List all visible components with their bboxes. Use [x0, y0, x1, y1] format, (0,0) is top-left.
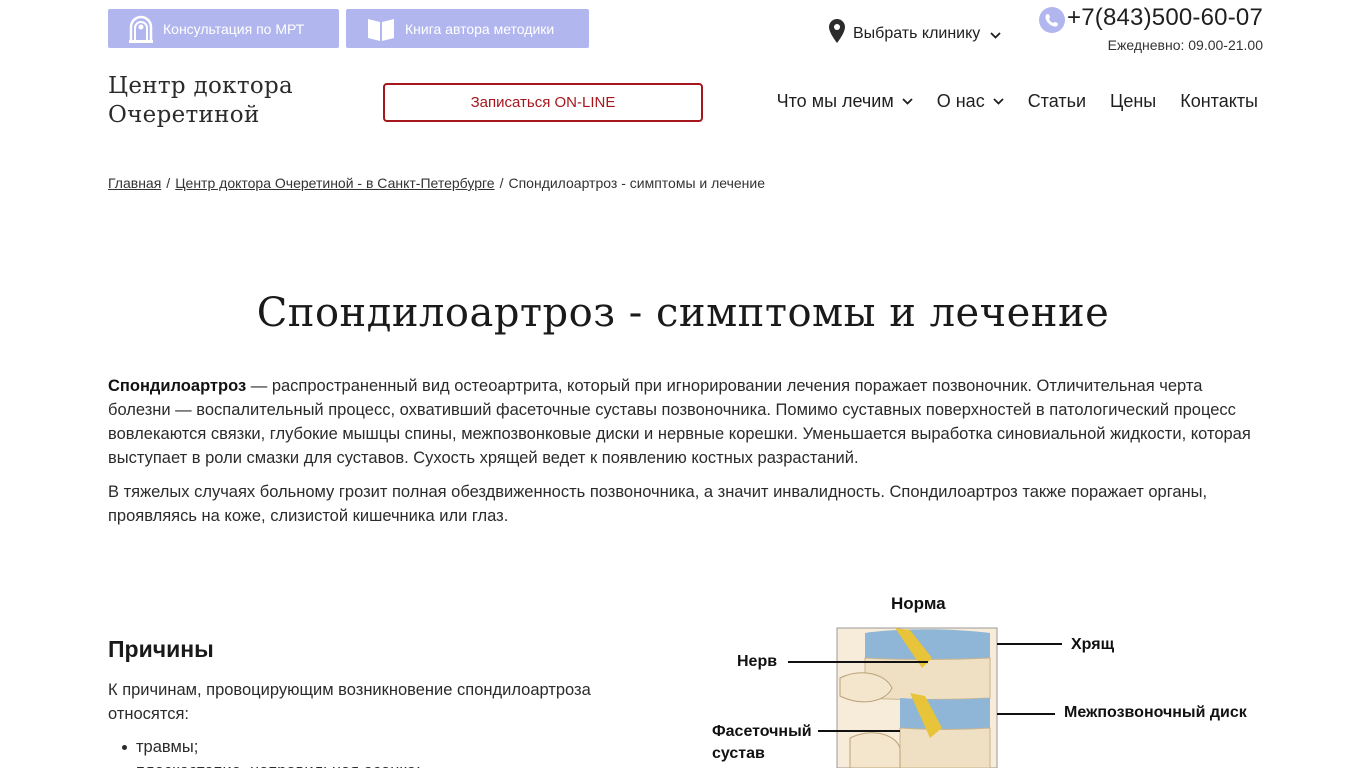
clinic-selector[interactable]: Выбрать клинику: [829, 16, 1001, 52]
label-nerve: Нерв: [737, 653, 778, 670]
intro-text: — распространенный вид остеоартрита, кот…: [108, 377, 1251, 467]
author-book-label: Книга автора методики: [405, 20, 555, 37]
mrt-consultation-button[interactable]: Консультация по МРТ: [108, 9, 339, 48]
severity-paragraph: В тяжелых случаях больному грозит полная…: [108, 483, 1208, 525]
breadcrumb-separator: /: [166, 175, 171, 191]
phone-number[interactable]: +7(843)500-60-07: [1067, 4, 1263, 32]
phone-icon: [1039, 7, 1065, 33]
mrt-consultation-label: Консультация по МРТ: [163, 20, 305, 37]
breadcrumb: Главная / Центр доктора Очеретиной - в Сан…: [108, 175, 765, 191]
label-cartilage: Хрящ: [1071, 636, 1115, 653]
label-disc: Межпозвоночный диск: [1064, 704, 1247, 721]
list-item: травмы;: [122, 735, 421, 759]
page-title: Спондилоартроз - симптомы и лечение: [256, 290, 1110, 336]
nav-about[interactable]: О нас: [937, 88, 1004, 114]
clinic-selector-label: Выбрать клинику: [853, 25, 981, 42]
nav-what-we-treat-label: Что мы лечим: [776, 90, 894, 111]
intro-paragraph: Спондилоартроз — распространенный вид ос…: [108, 374, 1258, 470]
working-hours: Ежедневно: 09.00-21.00: [1107, 37, 1263, 53]
diagram-title: Норма: [891, 594, 946, 613]
nav-contacts[interactable]: Контакты: [1180, 88, 1258, 114]
nav-articles[interactable]: Статьи: [1028, 88, 1086, 114]
label-facet-joint-2: сустав: [712, 745, 765, 762]
spine-illustration: [788, 627, 1062, 768]
breadcrumb-home[interactable]: Главная: [108, 175, 161, 191]
chevron-down-icon: [902, 97, 913, 105]
online-signup-button[interactable]: Записаться ON-LINE: [383, 83, 703, 122]
intro-term: Спондилоартроз: [108, 377, 247, 395]
site-logo[interactable]: Центр доктора Очеретиной: [108, 72, 293, 130]
main-nav: Что мы лечим О нас Статьи Цены Контакты: [777, 88, 1258, 114]
open-book-icon: [368, 18, 394, 41]
label-facet-joint-1: Фасеточный: [712, 723, 812, 740]
nav-about-label: О нас: [936, 90, 985, 111]
breadcrumb-center[interactable]: Центр доктора Очеретиной - в Санкт-Петер…: [175, 175, 494, 191]
logo-line-2: Очеретиной: [108, 102, 260, 128]
list-item: плоскостопие, неправильная осанка;: [136, 759, 421, 768]
breadcrumb-current: Спондилоартроз - симптомы и лечение: [508, 175, 766, 191]
causes-heading: Причины: [108, 636, 214, 662]
map-pin-icon: [829, 19, 845, 43]
logo-line-1: Центр доктора: [108, 73, 294, 99]
breadcrumb-separator: /: [499, 175, 504, 191]
causes-list: травмы; плоскостопие, неправильная осанк…: [122, 735, 421, 768]
mri-scanner-icon: [129, 15, 153, 43]
author-book-button[interactable]: Книга автора методики: [346, 9, 589, 48]
chevron-down-icon: [990, 31, 1001, 39]
spine-diagram: Норма Нерв Хрящ Фасеточный сустав Межпоз…: [700, 588, 1266, 768]
nav-what-we-treat[interactable]: Что мы лечим: [777, 88, 913, 114]
causes-intro: К причинам, провоцирующим возникновение …: [108, 681, 591, 723]
chevron-down-icon: [993, 97, 1004, 105]
nav-prices[interactable]: Цены: [1110, 88, 1156, 114]
